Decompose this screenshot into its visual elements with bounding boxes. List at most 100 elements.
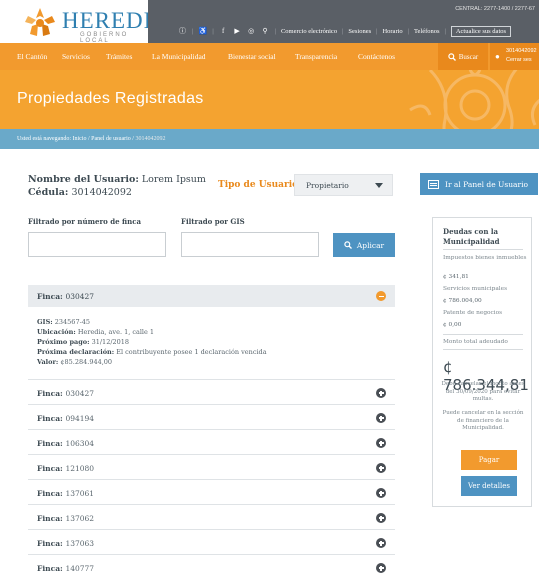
link-horario[interactable]: Horario (382, 28, 402, 35)
user-panel-button[interactable]: Ir al Panel de Usuario (420, 173, 538, 195)
page-title: Propiedades Registradas (17, 90, 204, 107)
nav-item-bienestar[interactable]: Bienestar social (228, 52, 276, 61)
patente-label: Patente de negocios (443, 310, 503, 316)
finca-filter-input[interactable] (28, 232, 166, 257)
expand-icon[interactable] (376, 538, 386, 548)
utility-links: ⓘ | ♿ | f ▶ ◎ ⚲ | Comercio electrónico |… (178, 25, 512, 37)
finca-label: Finca: 030427 (37, 389, 95, 398)
payment-note: Puede cancelar en la sección de financie… (442, 410, 524, 431)
patente-value: ¢ 0,00 (443, 322, 462, 328)
finca-details: GIS: 234567-45 Ubicación: Heredia, ave. … (37, 318, 267, 366)
divider (443, 334, 523, 335)
panel-icon (428, 179, 439, 189)
search-button[interactable]: Buscar (438, 43, 488, 70)
search-icon (344, 241, 352, 249)
finca-label: Finca: 137062 (37, 514, 95, 523)
expand-icon[interactable] (376, 438, 386, 448)
total-label: Monto total adeudado (443, 339, 508, 345)
divider: | (444, 27, 446, 35)
facebook-icon[interactable]: f (219, 27, 228, 36)
gis-filter-label: Filtrado por GIS (181, 217, 245, 226)
user-info: Nombre del Usuario: Lorem Ipsum Cédula: … (28, 173, 206, 199)
user-id-label: Cédula: (28, 187, 69, 198)
due-date-note: Debe cancelar el monto antes del 30/09/2… (441, 381, 525, 402)
divider: | (212, 27, 214, 35)
finca-label: Finca: 106304 (37, 439, 95, 448)
nav-item-transparencia[interactable]: Transparencia (295, 52, 337, 61)
finca-label: Finca: 137063 (37, 539, 95, 548)
breadcrumb: Usted está navegando: Inicio / Panel de … (0, 129, 539, 149)
finca-expanded-header[interactable]: Finca: 030427 (28, 285, 395, 307)
finca-filter-label: Filtrado por número de finca (28, 217, 142, 226)
search-label: Buscar (458, 52, 479, 61)
instagram-icon[interactable]: ◎ (247, 27, 256, 36)
link-sesiones[interactable]: Sesiones (348, 28, 371, 35)
pay-button[interactable]: Pagar (461, 450, 517, 470)
view-details-button[interactable]: Ver detalles (461, 476, 517, 496)
page-banner: Propiedades Registradas (0, 70, 539, 129)
nav-item-contactenos[interactable]: Contáctenos (358, 52, 395, 61)
user-type-select[interactable]: Propietario (294, 174, 393, 196)
expand-icon[interactable] (376, 513, 386, 523)
finca-row[interactable]: Finca: 121080 (28, 454, 395, 479)
breadcrumb-prefix: Usted está navegando: (17, 136, 71, 142)
expand-icon[interactable] (376, 563, 386, 573)
finca-label: Finca: 137061 (37, 489, 95, 498)
logout-link[interactable]: Cerrar ses (506, 57, 532, 63)
youtube-icon[interactable]: ▶ (233, 27, 242, 36)
debt-title: Deudas con la Municipalidad (443, 227, 500, 246)
info-icon[interactable]: ⓘ (178, 27, 187, 36)
user-menu[interactable]: ● 3014042092 Cerrar ses (490, 43, 539, 70)
divider: | (376, 27, 378, 35)
central-phone: CENTRAL: 2277-1400 / 2277-67 (455, 6, 535, 12)
expand-icon[interactable] (376, 388, 386, 398)
finca-label: Finca: 121080 (37, 464, 95, 473)
link-comercio[interactable]: Comercio electrónico (281, 28, 337, 35)
collapse-icon[interactable] (376, 291, 386, 301)
divider: | (342, 27, 344, 35)
expand-icon[interactable] (376, 488, 386, 498)
divider (443, 249, 523, 250)
expand-icon[interactable] (376, 463, 386, 473)
finca-row[interactable]: Finca: 137062 (28, 504, 395, 529)
nav-item-canton[interactable]: El Cantón (17, 52, 47, 61)
impuestos-label: Impuestos bienes inmuebles (443, 255, 527, 261)
impuestos-value: ¢ 341,81 (443, 274, 469, 280)
heredia-logo-icon (25, 8, 55, 36)
finca-row[interactable]: Finca: 094194 (28, 404, 395, 429)
decorative-ornament-icon (409, 70, 539, 129)
finca-row[interactable]: Finca: 137063 (28, 529, 395, 554)
finca-label: Finca: 140777 (37, 564, 95, 573)
user-name-value: Lorem Ipsum (141, 174, 206, 185)
divider: | (407, 27, 409, 35)
finca-row[interactable]: Finca: 140777 (28, 554, 395, 579)
user-name-label: Nombre del Usuario: (28, 174, 139, 185)
utility-bar: CENTRAL: 2277-1400 / 2277-67 ⓘ | ♿ | f ▶… (148, 0, 539, 43)
finca-row[interactable]: Finca: 030427 (28, 379, 395, 404)
user-panel-label: Ir al Panel de Usuario (445, 179, 529, 189)
servicios-value: ¢ 786.004,00 (443, 298, 482, 304)
user-type-value: Propietario (306, 181, 349, 190)
finca-label: Finca: 030427 (37, 292, 95, 301)
user-type-label: Tipo de Usuario (218, 180, 299, 190)
update-data-button[interactable]: Actualice sus datos (450, 25, 512, 37)
user-id-value: 3014042092 (71, 187, 132, 198)
finca-row[interactable]: Finca: 137061 (28, 479, 395, 504)
user-icon: ● (495, 52, 500, 61)
nav-item-municipalidad[interactable]: La Municipalidad (152, 52, 206, 61)
breadcrumb-path[interactable]: Inicio / Panel de usuario / (72, 136, 134, 142)
breadcrumb-current: 3014042092 (135, 136, 166, 142)
gis-filter-input[interactable] (181, 232, 319, 257)
apply-filter-button[interactable]: Aplicar (333, 233, 395, 257)
location-pin-icon[interactable]: ⚲ (261, 27, 270, 36)
finca-row[interactable]: Finca: 106304 (28, 429, 395, 454)
site-logo[interactable]: HEREDIA GOBIERNO LOCAL (22, 6, 169, 44)
link-telefonos[interactable]: Teléfonos (414, 28, 440, 35)
nav-item-servicios[interactable]: Servicios (62, 52, 90, 61)
search-icon (448, 52, 456, 61)
divider: | (192, 27, 194, 35)
apply-label: Aplicar (356, 240, 385, 250)
accessibility-icon[interactable]: ♿ (198, 27, 207, 36)
nav-item-tramites[interactable]: Trámites (106, 52, 132, 61)
expand-icon[interactable] (376, 413, 386, 423)
